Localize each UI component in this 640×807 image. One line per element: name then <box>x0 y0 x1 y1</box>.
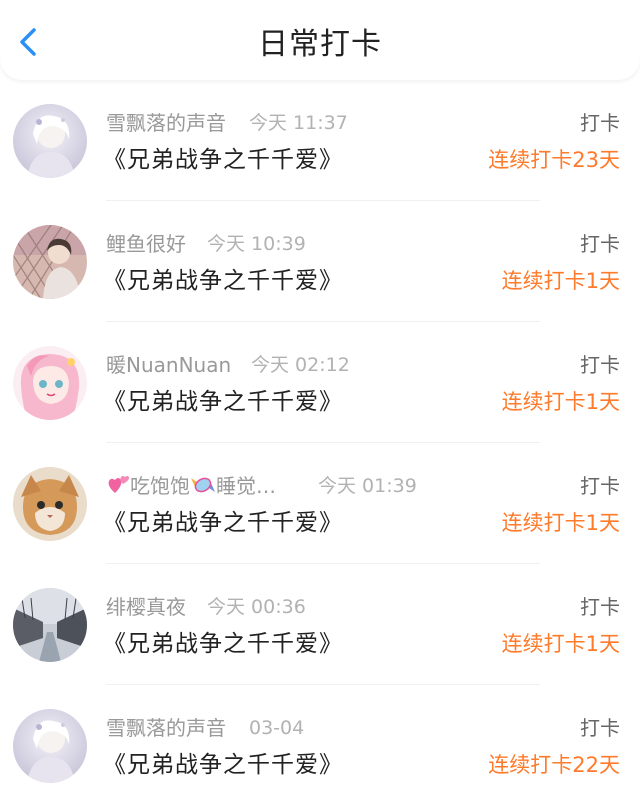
username-text: 吃饱饱 <box>130 474 190 498</box>
username[interactable]: 鲤鱼很好 <box>106 231 186 257</box>
user-avatar[interactable] <box>13 346 87 420</box>
girl-white-avatar-icon <box>13 709 87 783</box>
canal-street-avatar-icon <box>13 588 87 662</box>
checkin-time: 今天 11:37 <box>249 112 348 134</box>
checkin-row[interactable]: 暖NuanNuan 今天 02:12 《兄弟战争之千千爱》 打卡 连续打卡1天 <box>0 322 640 443</box>
checkin-row[interactable]: 雪飘落的声音 03-04 《兄弟战争之千千爱》 打卡 连续打卡22天 <box>0 685 640 806</box>
candy-icon <box>191 477 215 493</box>
checkin-row[interactable]: 雪飘落的声音 今天 11:37 《兄弟战争之千千爱》 打卡 连续打卡23天 <box>0 80 640 201</box>
pink-anime-girl-avatar-icon <box>13 346 87 420</box>
streak-count: 连续打卡23天 <box>488 148 620 172</box>
streak-count: 连续打卡1天 <box>501 390 620 414</box>
checkin-time: 今天 02:12 <box>251 354 350 376</box>
book-title[interactable]: 《兄弟战争之千千爱》 <box>103 507 343 539</box>
checkin-time: 03-04 <box>249 717 305 739</box>
book-title[interactable]: 《兄弟战争之千千爱》 <box>103 144 343 176</box>
user-avatar[interactable] <box>13 588 87 662</box>
book-title[interactable]: 《兄弟战争之千千爱》 <box>103 265 343 297</box>
book-title[interactable]: 《兄弟战争之千千爱》 <box>103 386 343 418</box>
streak-count: 连续打卡22天 <box>488 753 620 777</box>
user-avatar[interactable] <box>13 467 87 541</box>
checkin-button[interactable]: 打卡 <box>580 352 620 378</box>
checkin-row[interactable]: 吃饱饱 睡觉… 今天 01:39 《兄弟战争之千千爱》 打卡 连续打卡1天 <box>0 443 640 564</box>
username[interactable]: 雪飘落的声音 <box>106 715 226 741</box>
checkin-list: 雪飘落的声音 今天 11:37 《兄弟战争之千千爱》 打卡 连续打卡23天 鲤鱼… <box>0 80 640 807</box>
checkin-time: 今天 00:36 <box>207 596 306 618</box>
checkin-row[interactable]: 鲤鱼很好 今天 10:39 《兄弟战争之千千爱》 打卡 连续打卡1天 <box>0 201 640 322</box>
streak-count: 连续打卡1天 <box>501 511 620 535</box>
streak-count: 连续打卡1天 <box>501 269 620 293</box>
girl-white-avatar-icon <box>13 104 87 178</box>
cat-hat-avatar-icon <box>13 467 87 541</box>
checkin-button[interactable]: 打卡 <box>580 594 620 620</box>
username-suffix: 睡觉… <box>216 474 276 498</box>
page-title: 日常打卡 <box>258 27 382 62</box>
boy-fence-avatar-icon <box>13 225 87 299</box>
checkin-button[interactable]: 打卡 <box>580 473 620 499</box>
user-avatar[interactable] <box>13 709 87 783</box>
checkin-button[interactable]: 打卡 <box>580 231 620 257</box>
checkin-button[interactable]: 打卡 <box>580 715 620 741</box>
streak-count: 连续打卡1天 <box>501 632 620 656</box>
username[interactable]: 暖NuanNuan <box>106 352 231 378</box>
checkin-time: 今天 10:39 <box>207 233 306 255</box>
username[interactable]: 吃饱饱 睡觉… <box>106 473 276 499</box>
checkin-row[interactable]: 绯樱真夜 今天 00:36 《兄弟战争之千千爱》 打卡 连续打卡1天 <box>0 564 640 685</box>
book-title[interactable]: 《兄弟战争之千千爱》 <box>103 749 343 781</box>
hearts-icon <box>108 476 130 493</box>
username[interactable]: 绯樱真夜 <box>106 594 186 620</box>
checkin-time: 今天 01:39 <box>318 475 417 497</box>
checkin-button[interactable]: 打卡 <box>580 110 620 136</box>
top-nav-bar: 日常打卡 <box>0 0 640 80</box>
user-avatar[interactable] <box>13 104 87 178</box>
username[interactable]: 雪飘落的声音 <box>106 110 226 136</box>
book-title[interactable]: 《兄弟战争之千千爱》 <box>103 628 343 660</box>
user-avatar[interactable] <box>13 225 87 299</box>
